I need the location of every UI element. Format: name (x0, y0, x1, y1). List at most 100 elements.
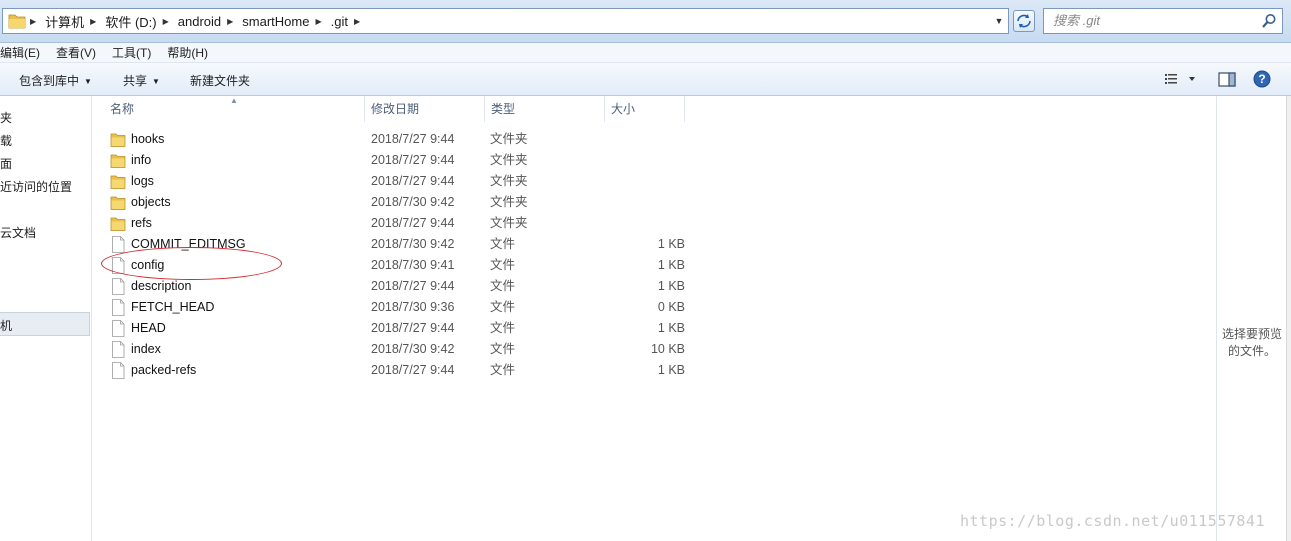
scrollbar[interactable] (1286, 96, 1291, 541)
folder-icon (6, 11, 28, 31)
address-dropdown-icon[interactable]: ▼ (992, 13, 1006, 29)
column-name-label: 名称 (110, 102, 135, 116)
chevron-right-icon[interactable]: ▶ (90, 17, 96, 26)
menu-edit[interactable]: 编辑(E) (0, 44, 40, 61)
file-row[interactable]: logs 2018/7/27 9:44 文件夹 (92, 171, 692, 192)
column-header-modified[interactable]: 修改日期 (365, 96, 485, 122)
file-row[interactable]: hooks 2018/7/27 9:44 文件夹 (92, 129, 692, 150)
chevron-down-icon: ▼ (84, 77, 92, 86)
file-modified: 2018/7/30 9:42 (371, 237, 455, 251)
file-list: 名称 ▲ 修改日期 类型 大小 hooks 2018/7/27 9:44 文件夹 in… (92, 96, 1216, 541)
search-input[interactable]: 搜索 .git (1043, 8, 1283, 34)
nav-item-recent-places[interactable]: 近访问的位置 (0, 178, 72, 195)
preview-pane-button[interactable] (1218, 72, 1236, 91)
new-folder-button[interactable]: 新建文件夹 (190, 72, 250, 89)
svg-text:?: ? (1258, 72, 1265, 86)
file-row[interactable]: FETCH_HEAD 2018/7/30 9:36 文件 0 KB (92, 297, 692, 318)
file-size: 0 KB (657, 300, 685, 314)
breadcrumb-item[interactable]: android ▶ (178, 14, 243, 29)
view-options-button[interactable] (1164, 72, 1198, 89)
preview-message-line2: 的文件。 (1227, 344, 1276, 358)
file-type: 文件 (490, 342, 516, 356)
refresh-button[interactable] (1013, 10, 1035, 32)
watermark: https://blog.csdn.net/u011557841 (960, 512, 1265, 530)
file-type: 文件夹 (490, 195, 528, 209)
menu-tools[interactable]: 工具(T) (112, 44, 151, 61)
file-type: 文件 (490, 321, 516, 335)
new-folder-label: 新建文件夹 (190, 74, 251, 88)
search-placeholder: 搜索 .git (1053, 13, 1100, 28)
column-type-label: 类型 (491, 102, 516, 116)
sort-ascending-icon: ▲ (230, 96, 238, 105)
preview-message-line1: 选择要预览 (1221, 327, 1282, 341)
chevron-right-icon[interactable]: ▶ (163, 17, 169, 26)
file-row[interactable]: refs 2018/7/27 9:44 文件夹 (92, 213, 692, 234)
file-type: 文件 (490, 363, 516, 377)
file-row[interactable]: HEAD 2018/7/27 9:44 文件 1 KB (92, 318, 692, 339)
nav-item-downloads[interactable]: 载 (0, 132, 12, 149)
file-modified: 2018/7/27 9:44 (371, 321, 455, 335)
menu-help[interactable]: 帮助(H) (167, 44, 208, 61)
command-bar: 包含到库中 ▼ 共享 ▼ 新建文件夹 ? (0, 63, 1291, 96)
breadcrumb-item[interactable]: 软件 (D:) ▶ (105, 12, 177, 31)
file-type: 文件夹 (490, 174, 528, 188)
file-type: 文件夹 (490, 132, 528, 146)
breadcrumb-item[interactable]: 计算机 ▶ (45, 12, 105, 31)
address-bar[interactable]: ▶ 计算机 ▶ 软件 (D:) ▶ android ▶ smartHome ▶ .git… (2, 8, 1009, 34)
file-icon (110, 278, 126, 295)
file-modified: 2018/7/30 9:42 (371, 342, 455, 356)
include-in-library-button[interactable]: 包含到库中 ▼ (19, 72, 92, 89)
file-name: info (131, 153, 152, 167)
file-row[interactable]: info 2018/7/27 9:44 文件夹 (92, 150, 692, 171)
file-icon (110, 320, 126, 337)
breadcrumb-item[interactable]: smartHome ▶ (242, 14, 330, 29)
folder-icon (110, 152, 126, 169)
search-icon[interactable] (1261, 13, 1277, 29)
nav-item-desktop[interactable]: 面 (0, 155, 12, 172)
share-button[interactable]: 共享 ▼ (123, 72, 160, 89)
file-type: 文件 (490, 258, 516, 272)
nav-item-favorites[interactable]: 夹 (0, 109, 12, 126)
red-highlight-circle (101, 247, 282, 280)
help-button[interactable]: ? (1253, 70, 1271, 91)
nav-item-cloud-docs[interactable]: 云文档 (0, 224, 36, 241)
nav-item-computer[interactable]: 机 (0, 317, 12, 334)
breadcrumb-item[interactable]: .git ▶ (331, 14, 370, 29)
file-row[interactable]: index 2018/7/30 9:42 文件 10 KB (92, 339, 692, 360)
include-in-library-label: 包含到库中 (19, 74, 80, 88)
file-row[interactable]: objects 2018/7/30 9:42 文件夹 (92, 192, 692, 213)
folder-icon (110, 173, 126, 190)
file-type: 文件 (490, 279, 516, 293)
folder-icon (110, 131, 126, 148)
chevron-right-icon[interactable]: ▶ (354, 17, 360, 26)
file-size: 1 KB (657, 258, 685, 272)
preview-pane: 选择要预览 的文件。 (1216, 96, 1286, 541)
chevron-right-icon[interactable]: ▶ (227, 17, 233, 26)
file-modified: 2018/7/30 9:41 (371, 258, 455, 272)
chevron-right-icon[interactable]: ▶ (315, 17, 321, 26)
file-row[interactable]: packed-refs 2018/7/27 9:44 文件 1 KB (92, 360, 692, 381)
refresh-icon (1017, 14, 1031, 28)
file-name: index (131, 342, 161, 356)
file-icon (110, 341, 126, 358)
breadcrumb-root-arrow[interactable]: ▶ (28, 17, 45, 26)
column-header-type[interactable]: 类型 (485, 96, 605, 122)
folder-icon (110, 194, 126, 211)
file-size: 1 KB (657, 237, 685, 251)
share-label: 共享 (123, 74, 148, 88)
file-icon (110, 362, 126, 379)
nav-selection-highlight (0, 312, 90, 336)
file-size: 1 KB (657, 363, 685, 377)
file-type: 文件夹 (490, 216, 528, 230)
file-icon (110, 299, 126, 316)
file-name: objects (131, 195, 171, 209)
menu-view[interactable]: 查看(V) (56, 44, 96, 61)
column-header-size[interactable]: 大小 (605, 96, 685, 122)
file-name: refs (131, 216, 152, 230)
file-icon (110, 236, 126, 253)
file-name: hooks (131, 132, 165, 146)
file-name: HEAD (131, 321, 166, 335)
file-type: 文件 (490, 237, 516, 251)
file-modified: 2018/7/30 9:42 (371, 195, 455, 209)
file-modified: 2018/7/27 9:44 (371, 279, 455, 293)
